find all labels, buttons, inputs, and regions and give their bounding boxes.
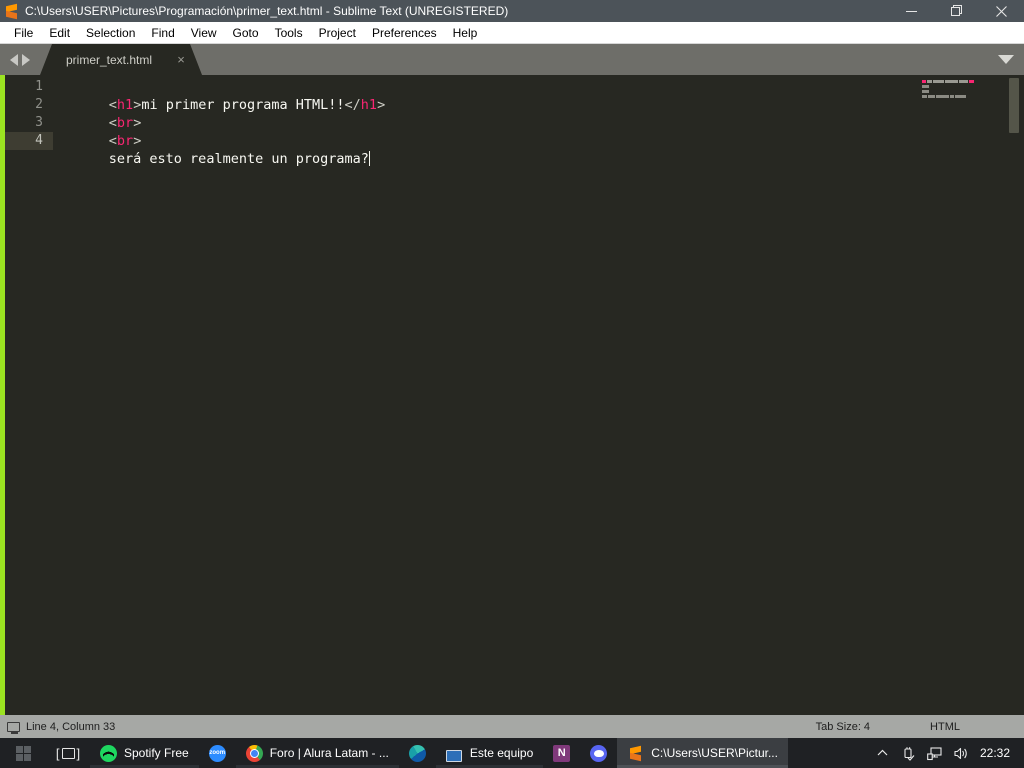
scrollbar-thumb[interactable] xyxy=(1009,78,1019,133)
code-token: h1 xyxy=(360,97,378,113)
windows-taskbar: [] Spotify Free zoom Foro | Alura Latam … xyxy=(0,738,1024,768)
onenote-icon: N xyxy=(553,744,571,762)
zoom-icon: zoom xyxy=(208,744,226,762)
tabs-region: primer_text.html × xyxy=(40,44,988,75)
taskbar-item-chrome[interactable]: Foro | Alura Latam - ... xyxy=(235,738,400,768)
status-bar: Line 4, Column 33 Tab Size: 4 HTML xyxy=(0,715,1024,738)
code-token: > xyxy=(133,133,142,149)
close-icon[interactable] xyxy=(979,0,1024,22)
menu-bar: File Edit Selection Find View Goto Tools… xyxy=(0,22,1024,44)
line-number-gutter: 1 2 3 4 xyxy=(5,75,53,715)
title-bar[interactable]: C:\Users\USER\Pictures\Programación\prim… xyxy=(0,0,1024,22)
menu-item-edit[interactable]: Edit xyxy=(41,22,78,44)
taskbar-item-edge[interactable] xyxy=(399,738,436,768)
maximize-icon[interactable] xyxy=(934,0,979,22)
speaker-icon[interactable] xyxy=(948,738,974,768)
code-line[interactable]: será esto realmente un programa? xyxy=(53,132,1024,167)
chevron-up-icon[interactable] xyxy=(870,738,896,768)
taskbar-item-sublime-text[interactable]: C:\Users\USER\Pictur... xyxy=(617,738,788,768)
minimap[interactable] xyxy=(910,75,1006,715)
system-tray: 22:32 xyxy=(870,738,1024,768)
code-line[interactable]: <br> xyxy=(53,114,1024,149)
menu-item-tools[interactable]: Tools xyxy=(267,22,311,44)
window-controls xyxy=(889,0,1024,22)
code-token: será esto realmente un programa? xyxy=(108,151,369,167)
menu-item-selection[interactable]: Selection xyxy=(78,22,143,44)
console-icon[interactable] xyxy=(0,715,26,738)
code-token: < xyxy=(108,97,117,113)
spotify-icon xyxy=(100,744,117,762)
this-pc-icon xyxy=(446,745,463,762)
line-number: 1 xyxy=(35,79,43,94)
minimize-icon[interactable] xyxy=(889,0,934,22)
code-token: > xyxy=(133,115,142,131)
code-token: h1 xyxy=(116,97,134,113)
code-token: > xyxy=(377,97,386,113)
menu-item-view[interactable]: View xyxy=(183,22,225,44)
line-number: 4 xyxy=(5,132,53,150)
vertical-scrollbar[interactable] xyxy=(1006,75,1022,715)
taskbar-item-label: Este equipo xyxy=(469,746,534,760)
usb-eject-icon[interactable] xyxy=(896,738,922,768)
code-token: < xyxy=(108,115,117,131)
taskbar-clock[interactable]: 22:32 xyxy=(974,746,1018,760)
taskbar-item-label: Spotify Free xyxy=(124,746,189,760)
code-token: < xyxy=(108,133,117,149)
code-content[interactable]: <h1>mi primer programa HTML!!</h1> <br> … xyxy=(53,75,1024,715)
tab-primer-text-html[interactable]: primer_text.html × xyxy=(40,44,202,75)
line-number: 3 xyxy=(35,115,43,130)
line-number: 2 xyxy=(35,97,43,112)
windows-start-icon[interactable] xyxy=(0,738,46,768)
tab-size-indicator[interactable]: Tab Size: 4 xyxy=(816,721,930,733)
taskbar-item-label: C:\Users\USER\Pictur... xyxy=(651,746,778,760)
menu-item-help[interactable]: Help xyxy=(445,22,486,44)
code-token: mi primer programa HTML!! xyxy=(141,97,345,113)
code-token: br xyxy=(116,133,134,149)
cursor-position[interactable]: Line 4, Column 33 xyxy=(26,721,115,733)
tab-bar: primer_text.html × xyxy=(0,44,1024,75)
window-title: C:\Users\USER\Pictures\Programación\prim… xyxy=(25,4,509,18)
menu-item-file[interactable]: File xyxy=(6,22,41,44)
arrow-right-icon[interactable] xyxy=(22,53,30,66)
menu-item-preferences[interactable]: Preferences xyxy=(364,22,445,44)
code-token: </ xyxy=(344,97,361,113)
tab-nav-arrows xyxy=(0,44,40,75)
network-icon[interactable] xyxy=(922,738,948,768)
taskbar-item-label: Foro | Alura Latam - ... xyxy=(269,746,389,760)
syntax-indicator[interactable]: HTML xyxy=(930,721,1024,733)
sublime-text-icon xyxy=(0,0,22,22)
taskbar-item-discord[interactable] xyxy=(580,738,617,768)
task-view-icon[interactable]: [] xyxy=(46,738,90,768)
editor-area[interactable]: 1 2 3 4 <h1>mi primer programa HTML!!</h… xyxy=(0,75,1024,715)
close-icon[interactable]: × xyxy=(174,53,188,67)
taskbar-item-spotify[interactable]: Spotify Free xyxy=(90,738,199,768)
arrow-left-icon[interactable] xyxy=(10,53,18,66)
text-caret xyxy=(368,151,370,166)
code-line[interactable]: <h1>mi primer programa HTML!!</h1> xyxy=(53,78,1024,113)
code-token: br xyxy=(116,115,134,131)
menu-item-find[interactable]: Find xyxy=(143,22,182,44)
chrome-icon xyxy=(245,744,263,762)
taskbar-item-file-explorer[interactable]: Este equipo xyxy=(435,738,544,768)
taskbar-item-onenote[interactable]: N xyxy=(543,738,580,768)
chevron-down-icon[interactable] xyxy=(988,44,1024,75)
tab-label: primer_text.html xyxy=(66,52,153,67)
taskbar-item-zoom[interactable]: zoom xyxy=(199,738,236,768)
menu-item-project[interactable]: Project xyxy=(311,22,364,44)
sublime-text-icon xyxy=(627,745,644,762)
edge-icon xyxy=(408,744,426,762)
menu-item-goto[interactable]: Goto xyxy=(225,22,267,44)
discord-icon xyxy=(590,744,608,762)
